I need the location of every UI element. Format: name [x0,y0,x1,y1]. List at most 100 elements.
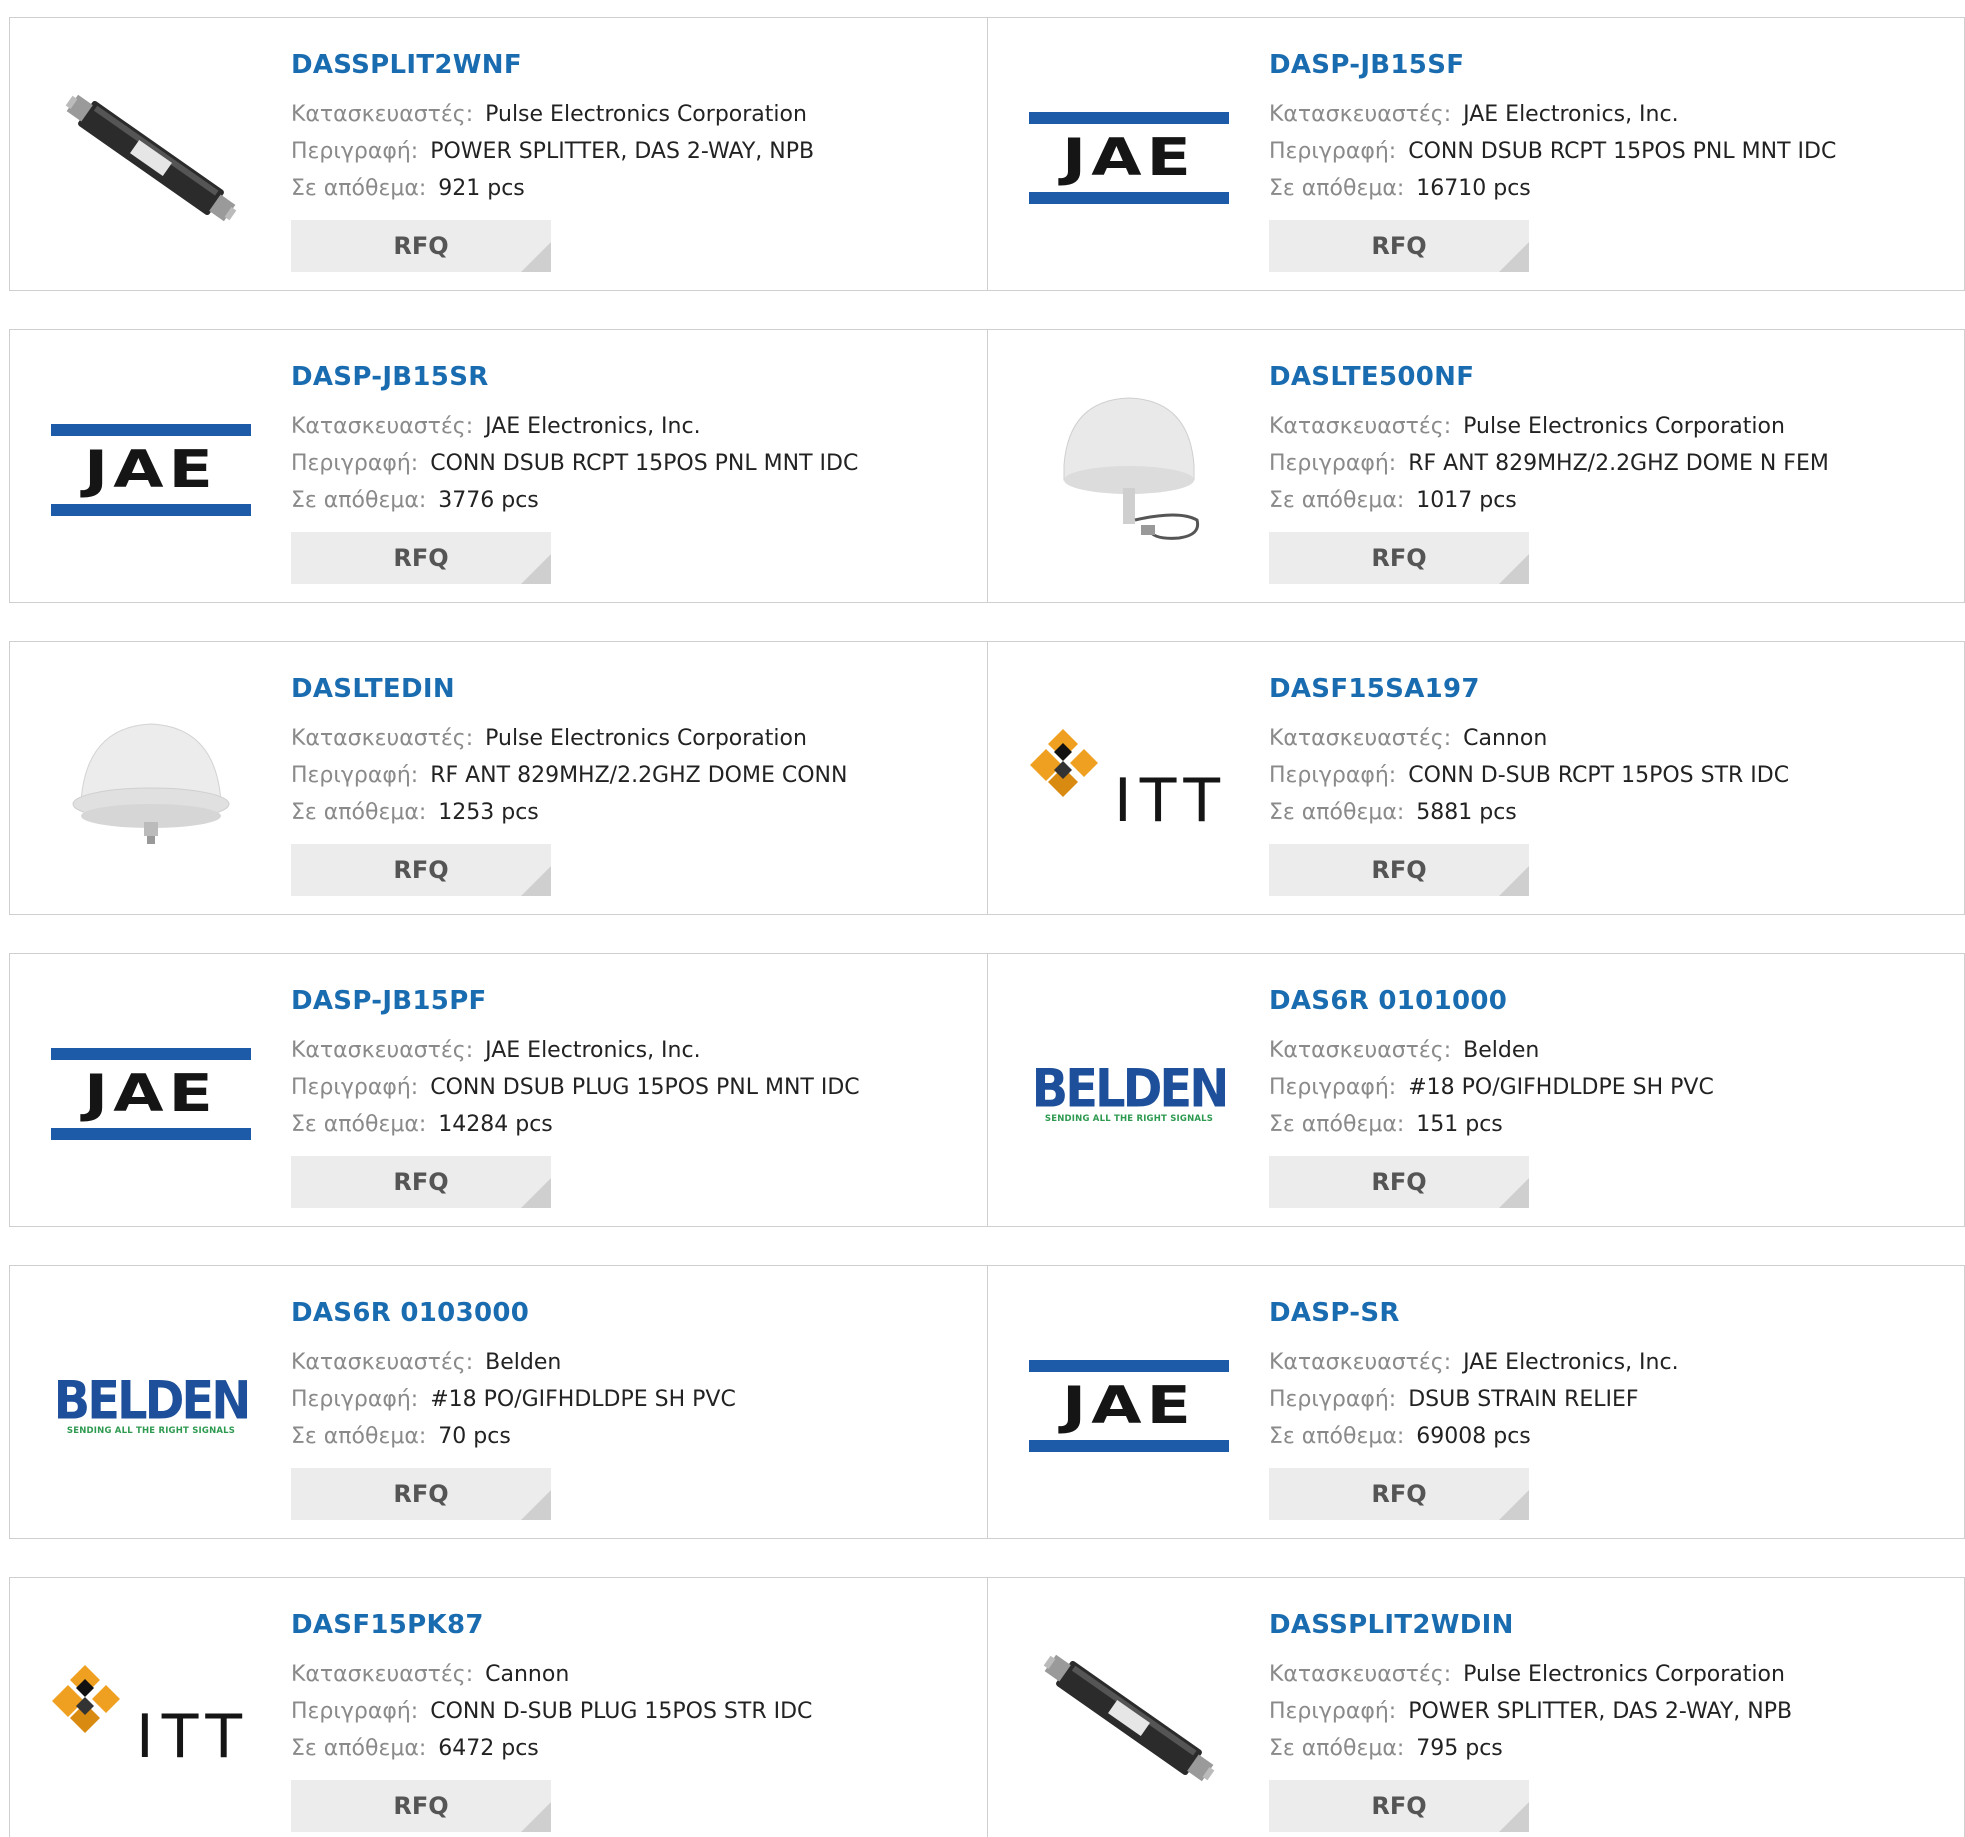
stock-label: Σε απόθεμα: [291,1424,427,1449]
rfq-corner-decoration [521,1490,551,1520]
manufacturer-value: Cannon [485,1662,570,1687]
rfq-button[interactable]: RFQ [1269,1156,1529,1208]
part-number-link[interactable]: DAS6R 0101000 [1269,984,1714,1018]
stock-label: Σε απόθεμα: [1269,176,1405,201]
manufacturer-line: Κατασκευαστές: Pulse Electronics Corporat… [291,96,814,133]
part-number-link[interactable]: DASP-SR [1269,1296,1679,1330]
rfq-button-label: RFQ [1371,1792,1427,1820]
stock-value: 795 pcs [1416,1736,1503,1761]
product-card: ITT DASF15PK87 Κατασκευαστές: Cannon Περιγρα… [10,1578,987,1837]
product-card: DASSPLIT2WDIN Κατασκευαστές: Pulse Electro… [987,1578,1964,1837]
part-number-link[interactable]: DASF15SA197 [1269,672,1789,706]
rfq-button[interactable]: RFQ [291,532,551,584]
part-number-link[interactable]: DASLTE500NF [1269,360,1829,394]
itt-logo-text: ITT [1114,766,1228,836]
product-image[interactable]: JAE [1028,58,1230,258]
part-number-link[interactable]: DASSPLIT2WDIN [1269,1608,1792,1642]
manufacturer-label: Κατασκευαστές: [291,1038,474,1063]
product-info: DASP-SR Κατασκευαστές: JAE Electronics, In… [1269,1296,1679,1455]
splitter-image [1043,1654,1215,1782]
part-number-link[interactable]: DASSPLIT2WNF [291,48,814,82]
part-number-link[interactable]: DASP-JB15SR [291,360,858,394]
description-label: Περιγραφή: [291,451,419,476]
rfq-button[interactable]: RFQ [291,844,551,896]
description-value: CONN DSUB PLUG 15POS PNL MNT IDC [430,1075,860,1100]
jae-logo-text: JAE [84,440,218,500]
part-number-link[interactable]: DASF15PK87 [291,1608,812,1642]
product-image[interactable]: BELDEN SENDING ALL THE RIGHT SIGNALS [1028,994,1230,1194]
itt-logo: ITT [1028,727,1230,837]
rfq-button[interactable]: RFQ [1269,844,1529,896]
rfq-corner-decoration [1499,1802,1529,1832]
description-value: CONN DSUB RCPT 15POS PNL MNT IDC [1408,139,1837,164]
product-image[interactable] [50,58,252,258]
product-info: DASP-JB15SF Κατασκευαστές: JAE Electronics… [1269,48,1836,207]
jae-logo-text: JAE [1062,128,1196,188]
description-label: Περιγραφή: [1269,1699,1397,1724]
product-image[interactable]: ITT [1028,682,1230,882]
product-image[interactable]: BELDEN SENDING ALL THE RIGHT SIGNALS [50,1306,252,1506]
manufacturer-value: Pulse Electronics Corporation [485,726,807,751]
stock-line: Σε απόθεμα: 5881 pcs [1269,794,1789,831]
jae-logo-text: JAE [1062,1376,1196,1436]
product-image[interactable]: ITT [50,1618,252,1818]
itt-logo: ITT [50,1663,252,1773]
belden-logo-text: BELDEN [1031,1058,1230,1120]
product-row: BELDEN SENDING ALL THE RIGHT SIGNALS DAS6R… [9,1265,1965,1539]
stock-line: Σε απόθεμα: 1253 pcs [291,794,847,831]
rfq-button[interactable]: RFQ [1269,1468,1529,1520]
rfq-corner-decoration [1499,1490,1529,1520]
rfq-corner-decoration [1499,242,1529,272]
rfq-button[interactable]: RFQ [291,1780,551,1832]
stock-value: 16710 pcs [1416,176,1531,201]
description-value: DSUB STRAIN RELIEF [1408,1387,1639,1412]
description-line: Περιγραφή: RF ANT 829MHZ/2.2GHZ DOME CONN [291,757,847,794]
part-number-link[interactable]: DASP-JB15PF [291,984,860,1018]
jae-logo: JAE [1029,1360,1229,1452]
product-row: DASSPLIT2WNF Κατασκευαστές: Pulse Electron… [9,17,1965,291]
rfq-corner-decoration [521,866,551,896]
description-value: RF ANT 829MHZ/2.2GHZ DOME CONN [430,763,848,788]
rfq-button[interactable]: RFQ [291,1468,551,1520]
manufacturer-value: JAE Electronics, Inc. [485,414,701,439]
product-image[interactable] [1028,1618,1230,1818]
stock-label: Σε απόθεμα: [1269,1424,1405,1449]
stock-line: Σε απόθεμα: 3776 pcs [291,482,858,519]
jae-logo: JAE [51,424,251,516]
rfq-button-label: RFQ [393,232,449,260]
manufacturer-label: Κατασκευαστές: [1269,102,1452,127]
product-image[interactable]: JAE [50,370,252,570]
part-number-link[interactable]: DASP-JB15SF [1269,48,1836,82]
product-info: DASP-JB15PF Κατασκευαστές: JAE Electronics… [291,984,860,1143]
part-number-link[interactable]: DAS6R 0103000 [291,1296,736,1330]
product-image[interactable]: JAE [50,994,252,1194]
product-info: DASSPLIT2WNF Κατασκευαστές: Pulse Electron… [291,48,814,207]
logo-bar [1029,1440,1229,1452]
stock-label: Σε απόθεμα: [291,800,427,825]
logo-bar [1029,192,1229,204]
description-label: Περιγραφή: [1269,763,1397,788]
rfq-button[interactable]: RFQ [1269,1780,1529,1832]
dome-antenna-image [1063,397,1200,540]
rfq-button[interactable]: RFQ [1269,532,1529,584]
rfq-button[interactable]: RFQ [291,1156,551,1208]
stock-value: 69008 pcs [1416,1424,1531,1449]
manufacturer-label: Κατασκευαστές: [291,726,474,751]
rfq-button[interactable]: RFQ [291,220,551,272]
itt-emblem-icon [1030,729,1098,797]
part-number-link[interactable]: DASLTEDIN [291,672,847,706]
product-info: DAS6R 0103000 Κατασκευαστές: Belden Περιγρα… [291,1296,736,1455]
description-label: Περιγραφή: [291,1075,419,1100]
product-image[interactable] [50,682,252,882]
product-card: DASLTEDIN Κατασκευαστές: Pulse Electronics… [10,642,987,914]
description-value: CONN DSUB RCPT 15POS PNL MNT IDC [430,451,859,476]
product-image[interactable] [1028,370,1230,570]
description-line: Περιγραφή: POWER SPLITTER, DAS 2-WAY, NPB [291,133,814,170]
rfq-button[interactable]: RFQ [1269,220,1529,272]
product-card: JAE DASP-JB15PF Κατασκευαστές: JAE Electron… [10,954,987,1226]
product-image[interactable]: JAE [1028,1306,1230,1506]
description-line: Περιγραφή: CONN DSUB PLUG 15POS PNL MNT I… [291,1069,860,1106]
description-value: CONN D-SUB PLUG 15POS STR IDC [430,1699,813,1724]
jae-logo: JAE [51,1048,251,1140]
manufacturer-label: Κατασκευαστές: [291,414,474,439]
